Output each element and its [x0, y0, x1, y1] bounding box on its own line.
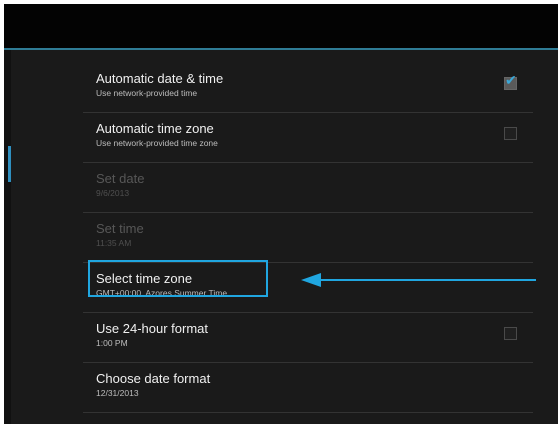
- use-24-hour-format-checkbox[interactable]: [504, 327, 517, 340]
- setting-title: Set time: [96, 221, 144, 236]
- setting-summary: Use network-provided time zone: [96, 138, 218, 148]
- screenshot-frame: Automatic date & time Use network-provid…: [0, 0, 558, 424]
- use-24-hour-format-item[interactable]: Use 24-hour format 1:00 PM: [83, 313, 533, 363]
- choose-date-format-item[interactable]: Choose date format 12/31/2013: [83, 363, 533, 413]
- setting-summary: 9/6/2013: [96, 188, 130, 198]
- select-time-zone-highlight-box: [88, 260, 268, 297]
- automatic-date-time-item[interactable]: Automatic date & time Use network-provid…: [83, 63, 533, 113]
- checkmark-icon: ✔: [505, 72, 517, 88]
- setting-title: Choose date format: [96, 371, 211, 386]
- setting-summary: Use network-provided time: [96, 88, 198, 98]
- setting-title: Automatic date & time: [96, 71, 224, 86]
- automatic-time-zone-checkbox[interactable]: [504, 127, 517, 140]
- setting-title: Use 24-hour format: [96, 321, 208, 336]
- setting-title: Set date: [96, 171, 145, 186]
- setting-summary: 12/31/2013: [96, 388, 139, 398]
- automatic-time-zone-item[interactable]: Automatic time zone Use network-provided…: [83, 113, 533, 163]
- arrow-left-icon: [301, 273, 536, 287]
- set-date-item: Set date 9/6/2013: [83, 163, 533, 213]
- setting-title: Automatic time zone: [96, 121, 214, 136]
- settings-list: Automatic date & time Use network-provid…: [83, 63, 533, 413]
- setting-summary: 11:35 AM: [96, 238, 132, 248]
- settings-left-pane: [4, 50, 11, 424]
- setting-summary: 1:00 PM: [96, 338, 128, 348]
- action-bar: [4, 4, 558, 50]
- set-time-item: Set time 11:35 AM: [83, 213, 533, 263]
- date-time-settings-screen: Automatic date & time Use network-provid…: [4, 4, 558, 424]
- selected-category-indicator: [8, 146, 11, 182]
- automatic-date-time-checkbox[interactable]: ✔: [504, 73, 517, 90]
